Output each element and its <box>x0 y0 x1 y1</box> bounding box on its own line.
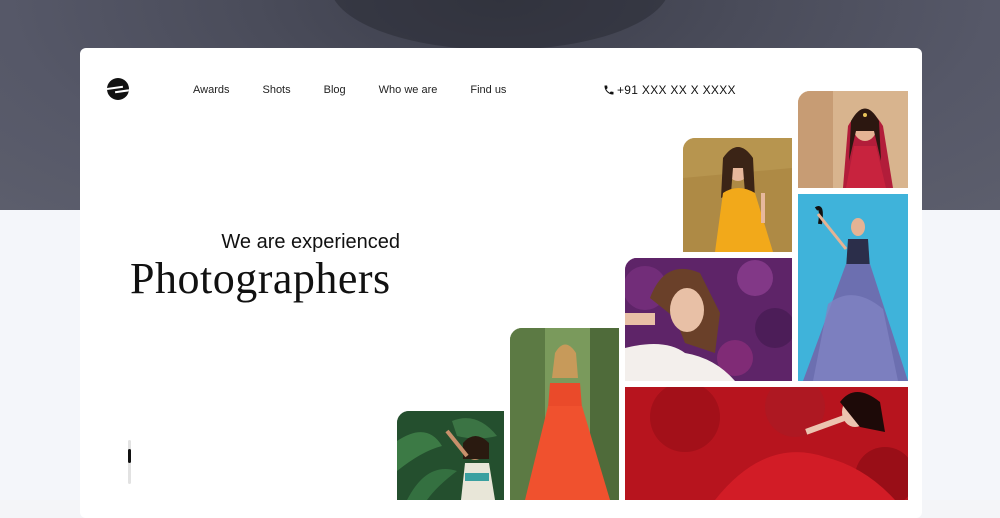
photo-yellow-dress[interactable] <box>683 138 792 252</box>
photo-blue-gown[interactable] <box>798 194 908 381</box>
nav-blog[interactable]: Blog <box>324 84 346 96</box>
hero-title: Photographers <box>130 254 391 303</box>
phone-number: +91 XXX XX X XXXX <box>617 83 736 97</box>
nav-shots[interactable]: Shots <box>262 84 290 96</box>
main-nav: Awards Shots Blog Who we are Find us <box>193 84 539 96</box>
photo-leaves-portrait[interactable] <box>397 411 504 500</box>
photo-red-dress-forest[interactable] <box>510 328 619 500</box>
photo-flowers-portrait[interactable] <box>625 258 792 381</box>
brand-logo-icon[interactable] <box>107 78 129 100</box>
phone-icon <box>604 85 614 95</box>
nav-find-us[interactable]: Find us <box>470 84 506 96</box>
photo-bride[interactable] <box>798 91 908 188</box>
hero-subtitle: We are experienced <box>221 231 400 253</box>
scroll-indicator-thumb[interactable] <box>128 449 131 463</box>
nav-awards[interactable]: Awards <box>193 84 229 96</box>
photo-red-dress-lying[interactable] <box>625 387 908 500</box>
nav-who-we-are[interactable]: Who we are <box>379 84 438 96</box>
phone-contact[interactable]: +91 XXX XX X XXXX <box>603 83 736 97</box>
